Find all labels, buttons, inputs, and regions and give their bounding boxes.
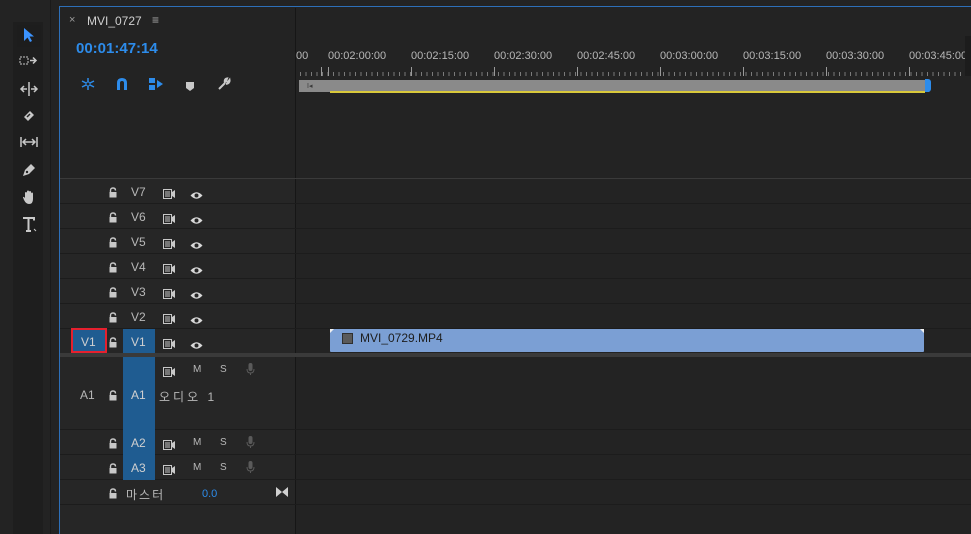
track-name-v3[interactable]: V3 (131, 285, 146, 299)
hand-tool[interactable] (17, 187, 41, 209)
ruler-label: 00:02:45:00 (577, 50, 636, 62)
fx-badge-icon (342, 333, 353, 344)
sync-lock-icon[interactable] (163, 286, 176, 304)
sync-lock-icon[interactable] (163, 437, 176, 455)
mute-button[interactable]: M (193, 364, 201, 375)
slip-tool[interactable] (17, 133, 41, 155)
eye-icon[interactable] (190, 212, 203, 230)
sequence-tab-title[interactable]: MVI_0727 (87, 14, 142, 28)
track-name-v4[interactable]: V4 (131, 260, 146, 274)
magnet-icon[interactable] (115, 77, 129, 96)
mute-button[interactable]: M (193, 462, 201, 473)
eye-icon[interactable] (190, 312, 203, 330)
eye-icon[interactable] (190, 187, 203, 205)
track-name-v1: V1 (131, 335, 146, 349)
marker-icon[interactable] (185, 79, 195, 97)
sync-lock-icon[interactable] (163, 311, 176, 329)
hand-icon (23, 190, 33, 204)
lock-icon[interactable] (108, 335, 118, 353)
eye-icon[interactable] (190, 262, 203, 280)
solo-button[interactable]: S (220, 437, 227, 448)
master-volume-value[interactable]: 0.0 (202, 488, 217, 500)
lock-icon[interactable] (108, 235, 118, 253)
playhead-timecode[interactable]: 00:01:47:14 (76, 40, 158, 57)
source-patch-v1-label: V1 (81, 335, 96, 349)
microphone-icon[interactable] (246, 435, 255, 454)
lock-icon[interactable] (108, 310, 118, 328)
track-label-a1[interactable]: 오디오 1 (159, 388, 217, 405)
ruler-label: 00:02:30:00 (494, 50, 553, 62)
lock-icon[interactable] (108, 210, 118, 228)
track-name-a3: A3 (131, 461, 146, 475)
ruler-label: 00:03:15:00 (743, 50, 802, 62)
ruler-label: 00 (296, 50, 309, 62)
linked-selection-icon[interactable] (148, 77, 164, 96)
close-tab-icon[interactable]: × (69, 14, 75, 26)
lock-icon[interactable] (108, 461, 118, 479)
lock-icon[interactable] (108, 486, 118, 504)
master-label: 마스터 (126, 488, 166, 502)
sync-lock-icon[interactable] (163, 186, 176, 204)
track-row-master[interactable] (60, 480, 971, 505)
track-name-v6[interactable]: V6 (131, 210, 146, 224)
razor-icon (24, 111, 34, 121)
eye-icon[interactable] (190, 237, 203, 255)
ruler-label: 00:02:15:00 (411, 50, 470, 62)
work-area-start-icon: I◂ (307, 83, 313, 90)
sync-lock-icon[interactable] (163, 364, 176, 382)
arrow-icon (24, 28, 34, 42)
go-to-in-out-icon[interactable] (276, 484, 288, 502)
track-name-v5[interactable]: V5 (131, 235, 146, 249)
pen-tool[interactable] (17, 160, 41, 182)
microphone-icon[interactable] (246, 460, 255, 479)
ruler-major-ticks (300, 67, 971, 76)
track-name-v2[interactable]: V2 (131, 310, 146, 324)
track-name-a2: A2 (131, 436, 146, 450)
ruler-label: 00:03:30:00 (826, 50, 885, 62)
pen-icon (23, 164, 35, 176)
track-select-icon (19, 56, 38, 65)
razor-tool[interactable] (17, 106, 41, 128)
lock-icon[interactable] (108, 436, 118, 454)
lock-icon[interactable] (108, 285, 118, 303)
track-name-a1: A1 (131, 388, 146, 402)
ruler-edge (965, 36, 971, 76)
ruler-label: 00:03:45:00 (909, 50, 968, 62)
slip-icon (20, 137, 38, 147)
sync-lock-icon[interactable] (163, 462, 176, 480)
mute-button[interactable]: M (193, 437, 201, 448)
lock-icon[interactable] (108, 388, 118, 406)
ruler-label: 00:03:00:00 (660, 50, 719, 62)
sync-lock-icon[interactable] (163, 236, 176, 254)
sync-lock-icon[interactable] (163, 261, 176, 279)
track-name-v7[interactable]: V7 (131, 185, 146, 199)
sync-lock-icon[interactable] (163, 336, 176, 354)
source-patch-a1[interactable]: A1 (80, 388, 95, 402)
solo-button[interactable]: S (220, 364, 227, 375)
sync-lock-icon[interactable] (163, 211, 176, 229)
ripple-edit-icon (19, 82, 39, 96)
track-select-forward-tool[interactable] (17, 52, 41, 74)
render-bar (330, 91, 925, 93)
wrench-icon[interactable] (217, 77, 231, 96)
ruler-label: 00:02:00:00 (328, 50, 387, 62)
work-area-end-handle[interactable] (925, 79, 931, 92)
snap-icon[interactable] (80, 77, 96, 96)
type-tool[interactable] (17, 214, 41, 236)
clip-name: MVI_0729.MP4 (360, 331, 443, 345)
panel-menu-icon[interactable]: ≡ (152, 13, 159, 27)
lock-icon[interactable] (108, 185, 118, 203)
lock-icon[interactable] (108, 260, 118, 278)
selection-tool[interactable] (17, 25, 41, 47)
ripple-edit-tool[interactable] (17, 79, 41, 101)
type-icon (23, 217, 37, 232)
microphone-icon[interactable] (246, 362, 255, 381)
eye-icon[interactable] (190, 287, 203, 305)
solo-button[interactable]: S (220, 462, 227, 473)
